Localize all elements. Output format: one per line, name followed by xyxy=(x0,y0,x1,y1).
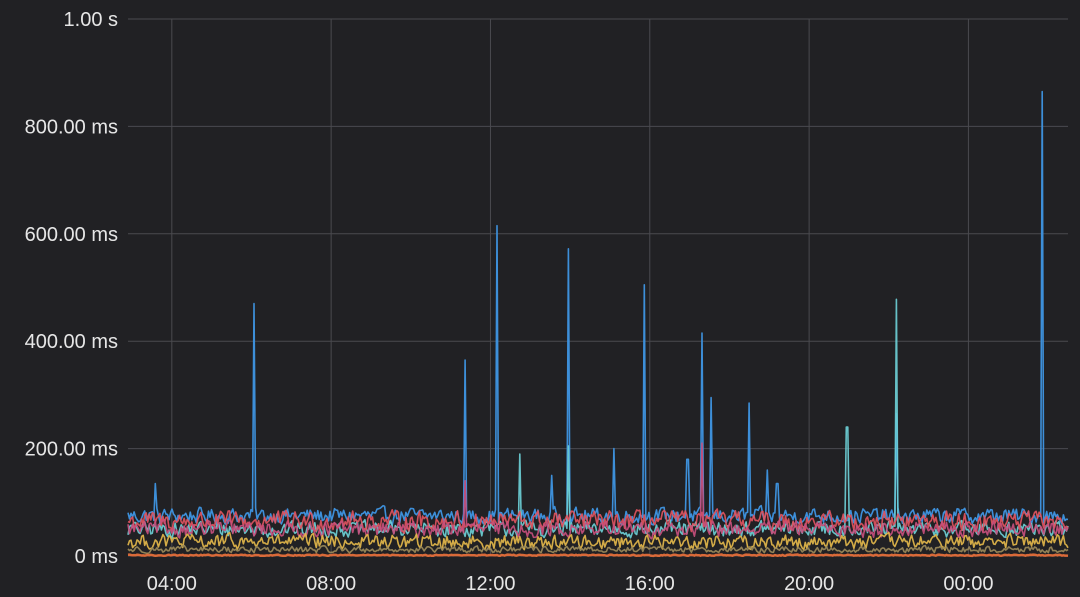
x-tick-label: 16:00 xyxy=(625,573,675,595)
x-tick-label: 04:00 xyxy=(147,573,197,595)
y-tick-label: 800.00 ms xyxy=(25,116,118,138)
series-line-2 xyxy=(127,298,1069,540)
series-line-6 xyxy=(127,544,1069,555)
y-axis: 0 ms 200.00 ms 400.00 ms 600.00 ms 800.00 ms… xyxy=(25,9,118,568)
y-tick-label: 400.00 ms xyxy=(25,331,118,353)
chart-svg: 0 ms 200.00 ms 400.00 ms 600.00 ms 800.00 ms… xyxy=(25,9,1069,595)
y-tick-label: 200.00 ms xyxy=(25,439,118,461)
x-tick-label: 12:00 xyxy=(465,573,515,595)
x-axis: 04:00 08:00 12:00 16:00 20:00 00:00 xyxy=(147,573,994,595)
series-line-1 xyxy=(127,90,1069,526)
x-tick-label: 00:00 xyxy=(943,573,993,595)
x-tick-label: 08:00 xyxy=(306,573,356,595)
latency-chart: 0 ms 200.00 ms 400.00 ms 600.00 ms 800.00 ms… xyxy=(0,0,1080,597)
y-tick-label: 600.00 ms xyxy=(25,224,118,246)
y-tick-label: 0 ms xyxy=(75,546,118,568)
y-tick-label: 1.00 s xyxy=(64,9,118,31)
series-line-7 xyxy=(127,553,1069,558)
grid xyxy=(128,18,1068,557)
series-group xyxy=(127,90,1069,558)
x-tick-label: 20:00 xyxy=(784,573,834,595)
